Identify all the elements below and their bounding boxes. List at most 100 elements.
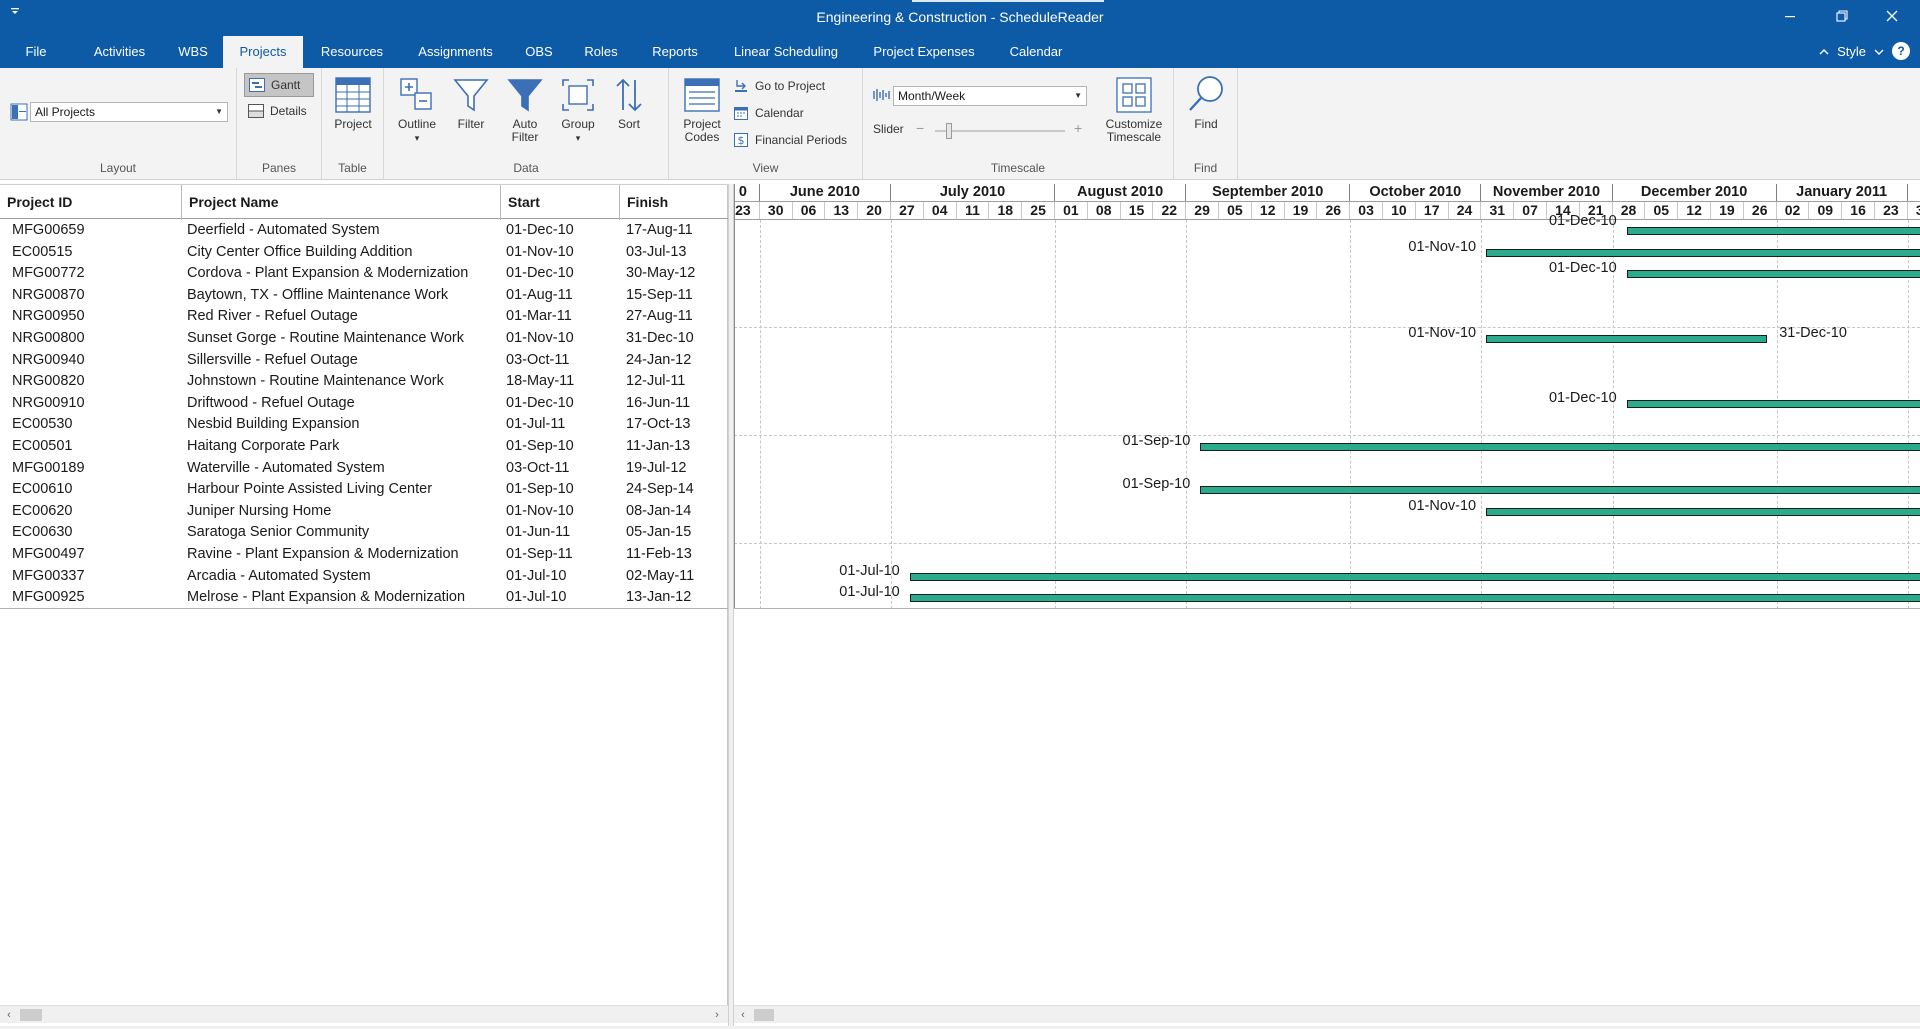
scroll-right-icon[interactable]: › bbox=[708, 1006, 726, 1024]
group-chevron-down-icon[interactable]: ▾ bbox=[554, 132, 602, 145]
app-window: Engineering & Construction - ScheduleRea… bbox=[0, 0, 1920, 1029]
details-pane-button[interactable]: Details bbox=[248, 104, 307, 118]
chevron-down-icon[interactable]: ▼ bbox=[1074, 87, 1082, 105]
table-row[interactable]: NRG00950 Red River - Refuel Outage 01-Mar-… bbox=[0, 306, 728, 328]
table-row[interactable]: EC00530 Nesbid Building Expansion 01-Jul-1… bbox=[0, 414, 728, 436]
column-header-start[interactable]: Start bbox=[501, 185, 620, 220]
table-horizontal-scrollbar[interactable]: ‹ › bbox=[0, 1005, 728, 1023]
column-header-project-name[interactable]: Project Name bbox=[182, 185, 501, 220]
table-row[interactable]: NRG00910 Driftwood - Refuel Outage 01-Dec-… bbox=[0, 393, 728, 415]
timescale-week: 31 bbox=[1481, 201, 1515, 219]
sort-button[interactable]: Sort bbox=[606, 76, 652, 131]
slider-thumb[interactable] bbox=[946, 123, 952, 139]
column-header-project-id[interactable]: Project ID bbox=[0, 185, 182, 220]
filter-button[interactable]: Filter bbox=[448, 76, 494, 131]
help-icon[interactable]: ? bbox=[1892, 42, 1910, 60]
table-scroll-thumb[interactable] bbox=[20, 1009, 42, 1021]
tab-reports[interactable]: Reports bbox=[640, 36, 710, 68]
slider-plus[interactable]: + bbox=[1074, 120, 1082, 136]
tab-assignments[interactable]: Assignments bbox=[408, 36, 503, 68]
table-row[interactable]: EC00630 Saratoga Senior Community 01-Jun-1… bbox=[0, 522, 728, 544]
gantt-bar[interactable] bbox=[1486, 248, 1920, 257]
gantt-bar[interactable] bbox=[909, 572, 1920, 581]
table-row[interactable]: NRG00940 Sillersville - Refuel Outage 03-O… bbox=[0, 350, 728, 372]
cell-start: 03-Oct-11 bbox=[506, 459, 570, 476]
tab-roles[interactable]: Roles bbox=[576, 36, 626, 68]
layout-combo[interactable]: All Projects ▼ bbox=[30, 102, 228, 122]
gantt-bar[interactable] bbox=[1200, 443, 1920, 451]
gantt-bar[interactable] bbox=[1626, 227, 1920, 235]
table-row[interactable]: MFG00659 Deerfield - Automated System 01-D… bbox=[0, 220, 728, 242]
style-label[interactable]: Style bbox=[1837, 44, 1866, 59]
group-button[interactable]: Group ▾ bbox=[554, 76, 602, 145]
tab-obs[interactable]: OBS bbox=[518, 36, 560, 68]
table-row[interactable]: MFG00772 Cordova - Plant Expansion & Mode… bbox=[0, 263, 728, 285]
column-header-finish[interactable]: Finish bbox=[620, 185, 728, 220]
table-row[interactable]: EC00515 City Center Office Building Addit… bbox=[0, 242, 728, 264]
tab-projects[interactable]: Projects bbox=[223, 36, 303, 68]
dollar-icon: $ bbox=[734, 133, 748, 147]
cell-finish: 11-Feb-13 bbox=[626, 546, 692, 562]
table-row[interactable]: EC00620 Juniper Nursing Home 01-Nov-10 08-J… bbox=[0, 501, 728, 523]
scroll-left-icon[interactable]: ‹ bbox=[734, 1006, 752, 1024]
tab-linear-scheduling[interactable]: Linear Scheduling bbox=[725, 36, 847, 68]
table-row[interactable]: EC00501 Haitang Corporate Park 01-Sep-10 11… bbox=[0, 436, 728, 458]
cell-project-id: EC00630 bbox=[12, 524, 73, 541]
calendar-view-label: Calendar bbox=[755, 106, 804, 120]
gantt-bar[interactable] bbox=[1486, 335, 1768, 343]
row-band-gridline bbox=[734, 435, 1920, 436]
table-row[interactable]: MFG00189 Waterville - Automated System 03-… bbox=[0, 458, 728, 480]
tab-file[interactable]: File bbox=[10, 36, 62, 68]
project-codes-button[interactable]: Project Codes bbox=[679, 76, 725, 144]
restore-icon[interactable] bbox=[1822, 4, 1862, 32]
month-gridline bbox=[1350, 220, 1352, 609]
project-table-button[interactable]: Project bbox=[330, 76, 376, 131]
tab-wbs[interactable]: WBS bbox=[170, 36, 216, 68]
chevron-down-icon[interactable]: ▼ bbox=[215, 103, 223, 121]
row-band-gridline bbox=[734, 543, 1920, 544]
timescale-combo[interactable]: Month/Week ▼ bbox=[893, 86, 1087, 106]
table-row[interactable]: EC00610 Harbour Pointe Assisted Living Ce… bbox=[0, 479, 728, 501]
style-menu[interactable]: Style ? bbox=[1819, 42, 1910, 60]
outline-chevron-down-icon[interactable]: ▾ bbox=[394, 132, 440, 145]
outline-button[interactable]: Outline ▾ bbox=[394, 76, 440, 145]
month-gridline bbox=[891, 220, 892, 609]
gantt-scroll-thumb[interactable] bbox=[754, 1009, 774, 1021]
timescale-month: January 2011 bbox=[1777, 184, 1908, 201]
gantt-chart: 0 23 June 2010 30 06 13 20 July 2010 27 04 11 18 25 A… bbox=[734, 184, 1920, 1009]
tab-calendar[interactable]: Calendar bbox=[1000, 36, 1072, 68]
bar-start-label: 01-Jul-10 bbox=[839, 584, 900, 601]
tab-resources[interactable]: Resources bbox=[312, 36, 392, 68]
tab-activities[interactable]: Activities bbox=[82, 36, 157, 68]
gantt-bar[interactable] bbox=[1486, 507, 1920, 516]
project-table-label: Project bbox=[334, 117, 372, 131]
calendar-view-button[interactable]: Calendar bbox=[733, 105, 804, 121]
gantt-bar[interactable] bbox=[909, 594, 1920, 603]
table-row[interactable]: NRG00820 Johnstown - Routine Maintenance … bbox=[0, 371, 728, 393]
scroll-left-icon[interactable]: ‹ bbox=[0, 1006, 18, 1024]
tab-project-expenses[interactable]: Project Expenses bbox=[862, 36, 986, 68]
collapse-ribbon-icon[interactable] bbox=[1819, 44, 1829, 59]
minimize-icon[interactable] bbox=[1770, 4, 1810, 32]
table-row[interactable]: MFG00337 Arcadia - Automated System 01-Jul… bbox=[0, 566, 728, 588]
slider-track[interactable] bbox=[935, 130, 1065, 132]
timescale-week: 24 bbox=[1449, 201, 1482, 219]
gantt-bar[interactable] bbox=[1626, 270, 1920, 279]
find-button[interactable]: Find bbox=[1182, 74, 1230, 131]
goto-project-button[interactable]: Go to Project bbox=[733, 78, 825, 94]
gantt-bar[interactable] bbox=[1200, 486, 1920, 495]
table-row[interactable]: MFG00925 Melrose - Plant Expansion & Mode… bbox=[0, 587, 728, 609]
financial-periods-button[interactable]: $ Financial Periods bbox=[733, 132, 847, 148]
close-icon[interactable] bbox=[1872, 4, 1912, 32]
auto-filter-button[interactable]: Auto Filter bbox=[502, 76, 548, 144]
table-row[interactable]: NRG00800 Sunset Gorge - Routine Maintenan… bbox=[0, 328, 728, 350]
cell-start: 01-Sep-11 bbox=[506, 546, 573, 562]
customize-timescale-button[interactable]: Customize Timescale bbox=[1099, 76, 1169, 144]
style-dropdown-icon[interactable] bbox=[1874, 44, 1884, 59]
gantt-bar[interactable] bbox=[1626, 399, 1920, 408]
gantt-pane-button[interactable]: Gantt bbox=[244, 73, 314, 97]
table-row[interactable]: MFG00497 Ravine - Plant Expansion & Moder… bbox=[0, 544, 728, 566]
gantt-horizontal-scrollbar[interactable]: ‹ bbox=[734, 1005, 1920, 1023]
slider-minus[interactable]: − bbox=[916, 120, 924, 136]
table-row[interactable]: NRG00870 Baytown, TX - Offline Maintenanc… bbox=[0, 285, 728, 307]
